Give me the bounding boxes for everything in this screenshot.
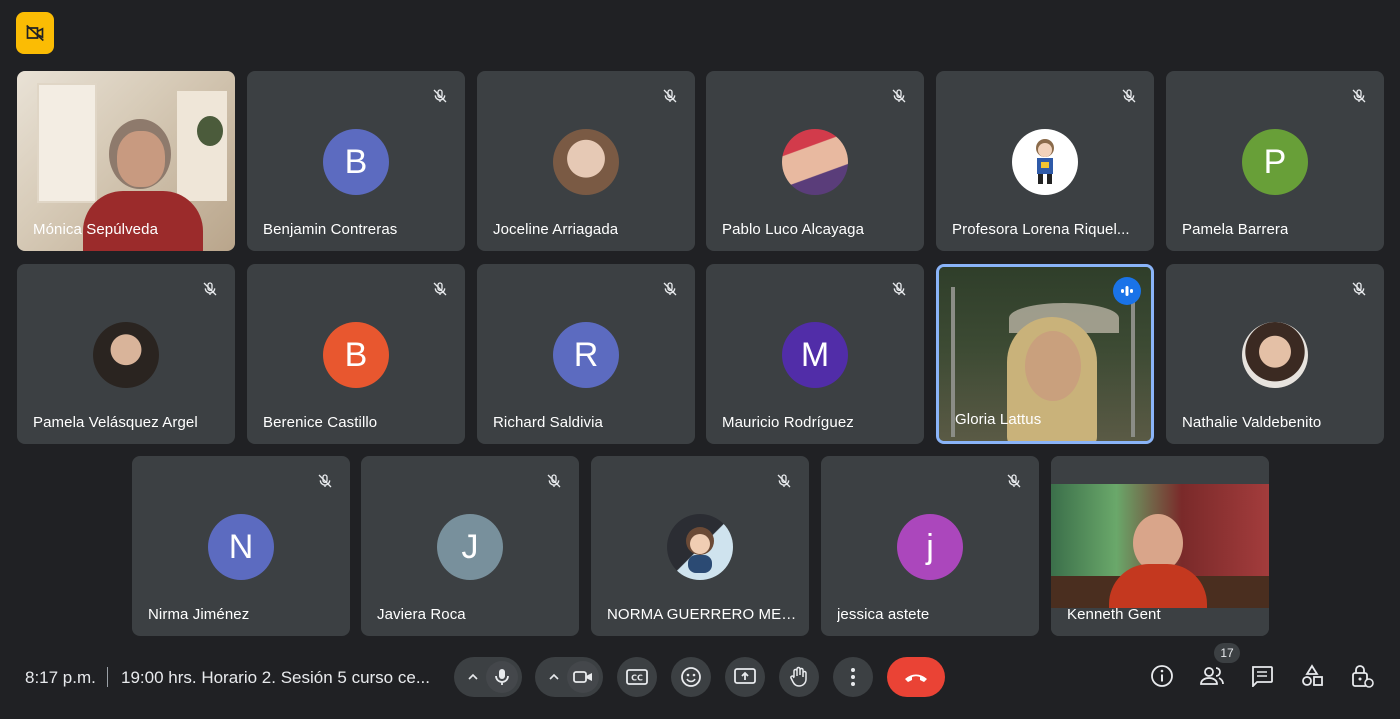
participant-tile[interactable]: Mónica Sepúlveda [17,71,235,251]
more-options-icon [851,668,855,686]
mic-off-icon [771,468,797,494]
participant-name: Gloria Lattus [955,411,1042,428]
participant-avatar: B [323,322,389,388]
present-button[interactable] [725,657,765,697]
host-controls-button[interactable] [1348,662,1376,690]
participant-photo [1242,322,1308,388]
participant-avatar: J [437,514,503,580]
info-icon [1151,665,1173,687]
participant-tile[interactable]: Joceline Arriagada [477,71,695,251]
mic-off-icon [1001,468,1027,494]
raise-hand-icon [790,666,807,687]
participant-avatar: M [782,322,848,388]
participant-photo [553,129,619,195]
bottom-control-bar: 8:17 p.m. 19:00 hrs. Horario 2. Sesión 5… [0,640,1400,719]
participant-tile[interactable]: M Mauricio Rodríguez [706,264,924,444]
participant-name: Mauricio Rodríguez [722,414,854,431]
participant-name: Pamela Barrera [1182,221,1289,238]
mic-off-icon [657,83,683,109]
participant-photo [1012,129,1078,195]
meeting-title[interactable]: 19:00 hrs. Horario 2. Sesión 5 curso ce.… [121,668,433,688]
participant-name: Javiera Roca [377,606,466,623]
participant-tile[interactable]: J Javiera Roca [361,456,579,636]
participant-tile[interactable]: B Berenice Castillo [247,264,465,444]
participant-avatar: B [323,129,389,195]
present-screen-icon [734,668,756,684]
mic-off-icon [312,468,338,494]
participant-name: Pamela Velásquez Argel [33,414,198,431]
end-call-button[interactable] [887,657,945,697]
captions-button[interactable]: CC [617,657,657,697]
meeting-time: 8:17 p.m. [25,668,96,687]
participant-photo [93,322,159,388]
chat-button[interactable] [1248,662,1276,690]
participant-avatar: j [897,514,963,580]
participant-tile[interactable]: Profesora Lorena Riquel... [936,71,1154,251]
camera-icon[interactable] [567,661,599,693]
recording-off-icon [26,24,44,42]
participant-tile[interactable]: Nathalie Valdebenito [1166,264,1384,444]
mic-off-icon [427,276,453,302]
participant-name: Nirma Jiménez [148,606,250,623]
participant-avatar: N [208,514,274,580]
participant-count-badge: 17 [1214,643,1240,663]
chat-icon [1252,666,1273,687]
more-options-button[interactable] [833,657,873,697]
microphone-control[interactable] [454,657,522,697]
mic-off-icon [541,468,567,494]
participant-tile[interactable]: Pablo Luco Alcayaga [706,71,924,251]
participant-tile[interactable]: B Benjamin Contreras [247,71,465,251]
people-icon [1200,667,1224,685]
participant-name: Kenneth Gent [1067,606,1161,623]
participant-photo [667,514,733,580]
participant-tile[interactable]: R Richard Saldivia [477,264,695,444]
chevron-up-icon[interactable] [462,671,484,683]
participant-tile[interactable]: Pamela Velásquez Argel [17,264,235,444]
mic-off-icon [1346,276,1372,302]
mic-off-icon [886,276,912,302]
raise-hand-button[interactable] [779,657,819,697]
participant-name: jessica astete [837,606,930,623]
participant-name: Nathalie Valdebenito [1182,414,1322,431]
participant-tile[interactable]: j jessica astete [821,456,1039,636]
mic-off-icon [197,276,223,302]
host-controls-icon [1352,665,1374,688]
speaking-indicator-icon [1113,277,1141,305]
camera-control[interactable] [535,657,603,697]
recording-off-badge[interactable] [16,12,54,54]
participant-name: Richard Saldivia [493,414,603,431]
mic-off-icon [886,83,912,109]
participant-name: Pablo Luco Alcayaga [722,221,865,238]
activities-icon [1302,664,1323,686]
reactions-button[interactable] [671,657,711,697]
mic-off-icon [1116,83,1142,109]
participant-name: NORMA GUERRERO MED... [607,606,797,623]
meeting-details-button[interactable] [1148,662,1176,690]
participant-tile[interactable]: Kenneth Gent [1051,456,1269,636]
microphone-icon[interactable] [486,661,518,693]
participant-tile[interactable]: N Nirma Jiménez [132,456,350,636]
participant-name: Mónica Sepúlveda [33,221,159,238]
participant-photo [782,129,848,195]
chevron-up-icon[interactable] [543,671,565,683]
people-button[interactable] [1198,662,1226,690]
participant-name: Profesora Lorena Riquel... [952,221,1130,238]
participant-tile-active-speaker[interactable]: Gloria Lattus [936,264,1154,444]
participant-tile[interactable]: NORMA GUERRERO MED... [591,456,809,636]
participant-name: Berenice Castillo [263,414,378,431]
svg-text:CC: CC [631,674,643,683]
participant-avatar: R [553,322,619,388]
participant-tile[interactable]: P Pamela Barrera [1166,71,1384,251]
participant-name: Benjamin Contreras [263,221,398,238]
participant-avatar: P [1242,129,1308,195]
divider [107,667,108,687]
activities-button[interactable] [1298,662,1326,690]
end-call-icon [905,674,927,682]
emoji-icon [681,667,701,687]
participant-name: Joceline Arriagada [493,221,619,238]
mic-off-icon [657,276,683,302]
mic-off-icon [427,83,453,109]
closed-captions-icon: CC [626,669,648,685]
mic-off-icon [1346,83,1372,109]
